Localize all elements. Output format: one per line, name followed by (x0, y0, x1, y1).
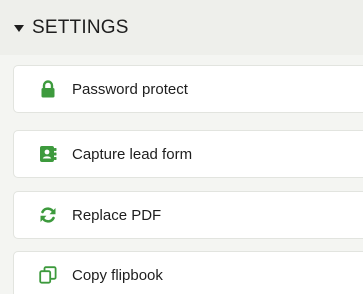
lock-icon (38, 79, 58, 99)
settings-title: SETTINGS (32, 16, 129, 38)
copy-flipbook-label: Copy flipbook (72, 266, 163, 284)
copy-icon (38, 265, 58, 285)
capture-lead-form-label: Capture lead form (72, 145, 193, 163)
contact-book-icon (38, 144, 58, 164)
password-protect-button[interactable]: Password protect (13, 65, 363, 113)
settings-section-header[interactable]: SETTINGS (0, 0, 363, 55)
replace-pdf-button[interactable]: Replace PDF (13, 191, 363, 239)
capture-lead-form-button[interactable]: Capture lead form (13, 130, 363, 178)
password-protect-label: Password protect (72, 80, 188, 98)
copy-flipbook-button[interactable]: Copy flipbook (13, 251, 363, 294)
settings-panel: SETTINGS Password protect Capture lead f… (0, 0, 363, 294)
replace-pdf-label: Replace PDF (72, 206, 162, 224)
caret-down-icon (14, 24, 24, 32)
refresh-icon (38, 205, 58, 225)
